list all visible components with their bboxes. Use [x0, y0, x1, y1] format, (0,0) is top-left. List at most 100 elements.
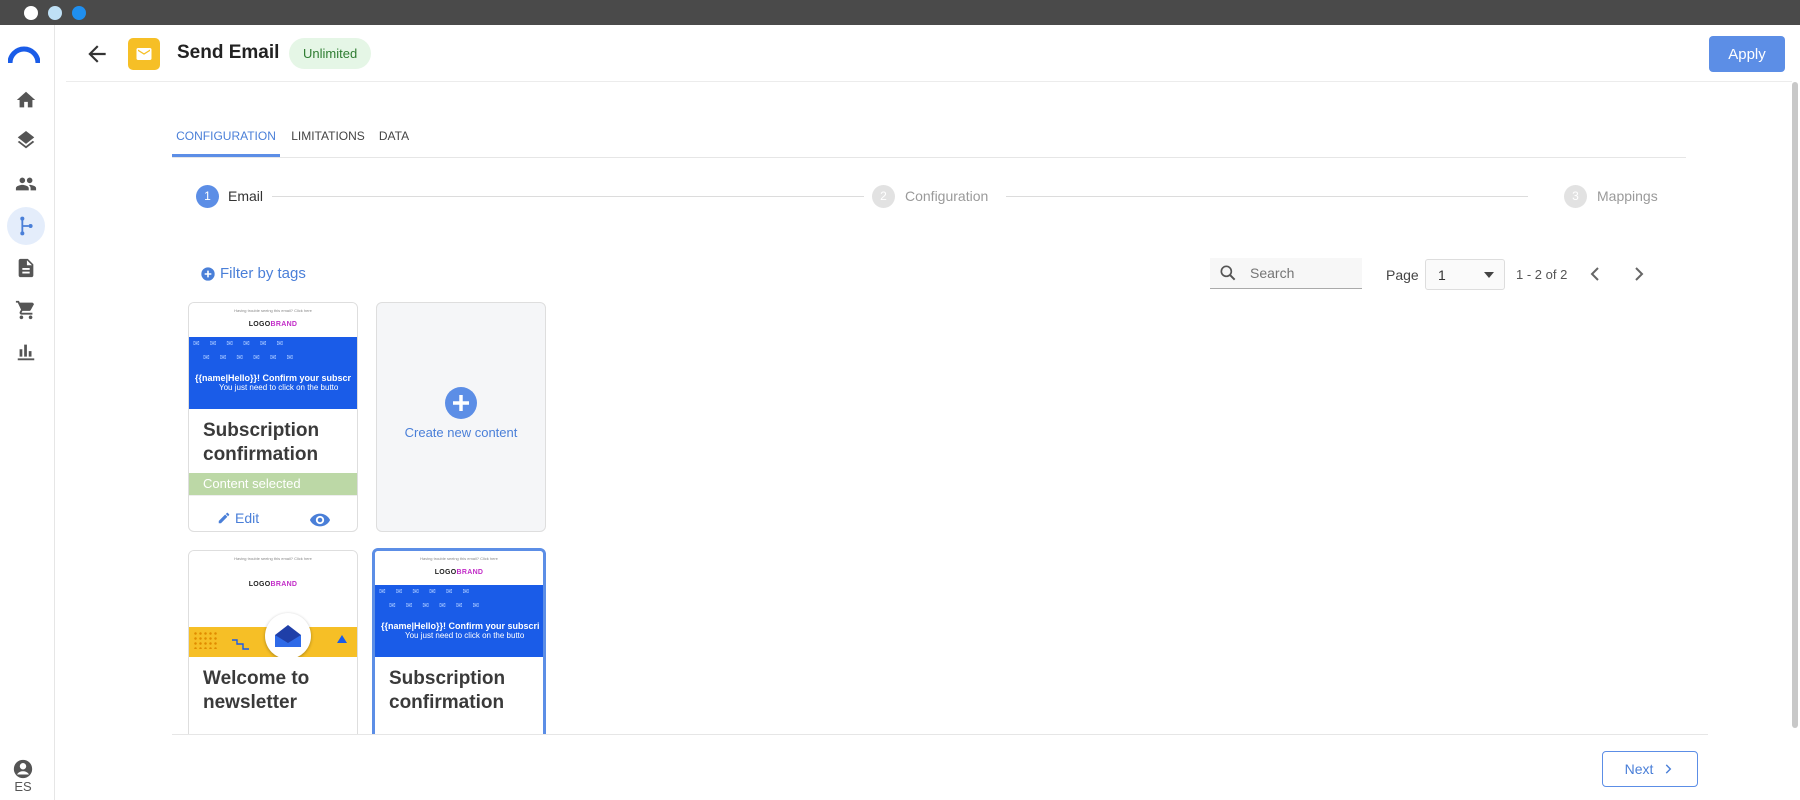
nav-documents[interactable] [7, 249, 45, 287]
preview-eye-icon[interactable] [309, 509, 331, 531]
dot-pattern [193, 631, 217, 649]
email-action-tile [128, 38, 160, 70]
step-3-number: 3 [1564, 185, 1587, 208]
footer-area [172, 735, 1708, 800]
filter-by-tags-link[interactable]: Filter by tags [200, 265, 306, 282]
nav-analytics[interactable] [7, 333, 45, 371]
window-titlebar [0, 0, 1800, 25]
tab-configuration[interactable]: CONFIGURATION [172, 118, 280, 158]
language-indicator[interactable]: ES [8, 779, 38, 794]
window-close-dot[interactable] [24, 6, 38, 20]
page-header: Send Email Unlimited Apply [66, 25, 1792, 82]
card-title: Welcome to newsletter [203, 668, 310, 713]
tab-data[interactable]: DATA [372, 118, 416, 158]
thumbnail-headline: {{name|Hello}}! Confirm your subscr [195, 373, 352, 383]
previous-page-button[interactable] [1583, 262, 1607, 286]
envelope-pattern: ✉✉✉✉✉✉ [193, 339, 294, 348]
content-card[interactable]: Having trouble seeing this email? Click … [372, 548, 546, 742]
pencil-icon [218, 512, 230, 524]
content-card[interactable]: Having trouble seeing this email? Click … [188, 550, 358, 740]
page-range: 1 - 2 of 2 [1516, 267, 1568, 282]
content-selected-status: Content selected [189, 473, 357, 495]
step-2-number: 2 [872, 185, 895, 208]
left-nav-rail: ES [0, 25, 55, 800]
user-account-icon [13, 759, 33, 779]
content-card[interactable]: Having trouble seeing this email? Click … [188, 302, 358, 532]
chevron-right-icon [1635, 267, 1644, 281]
edit-button[interactable]: Edit [217, 510, 259, 526]
edit-label: Edit [235, 510, 260, 526]
document-icon [18, 258, 34, 278]
page-title: Send Email [177, 42, 280, 63]
chevron-right-icon [1666, 764, 1672, 774]
apply-button[interactable]: Apply [1709, 36, 1785, 72]
footer-divider [172, 734, 1708, 735]
stepper: 1 Email 2 Configuration 3 Mappings [172, 182, 1686, 208]
workflow-branch-icon [20, 216, 33, 236]
people-icon [15, 177, 37, 191]
tab-limitations[interactable]: LIMITATIONS [290, 118, 366, 158]
envelope-badge [265, 613, 311, 657]
envelope-pattern: ✉✉✉✉✉✉ [379, 587, 480, 596]
search-icon [1220, 265, 1236, 281]
email-thumbnail: Having trouble seeing this email? Click … [189, 551, 357, 657]
step-2-label: Configuration [905, 188, 989, 204]
search-input[interactable] [1250, 262, 1358, 284]
chevron-left-icon [1590, 267, 1599, 281]
caret-down-icon [1484, 272, 1494, 278]
app-logo-icon [8, 46, 40, 64]
window-maximize-dot[interactable] [72, 6, 86, 20]
filter-by-tags-label: Filter by tags [220, 265, 306, 282]
step-1-number: 1 [196, 185, 219, 208]
cart-icon [15, 300, 35, 320]
thumbnail-subline: You just need to click on the butto [405, 631, 525, 640]
create-new-content-label: Create new content [404, 425, 518, 440]
card-title: Subscription confirmation [389, 668, 506, 713]
envelope-pattern: ✉✉✉✉✉✉ [389, 601, 490, 610]
status-badge: Unlimited [289, 38, 372, 69]
nav-workflows[interactable] [7, 207, 45, 245]
create-new-content-card[interactable]: Create new content [376, 302, 546, 532]
scrollbar[interactable] [1792, 82, 1798, 728]
layers-icon [17, 131, 35, 149]
thumbnail-preheader: Having trouble seeing this email? Click … [234, 308, 312, 313]
thumbnail-preheader: Having trouble seeing this email? Click … [234, 556, 312, 561]
search-field[interactable] [1210, 258, 1362, 289]
page-select[interactable]: 1 [1425, 259, 1505, 290]
email-thumbnail: Having trouble seeing this email? Click … [375, 551, 543, 657]
step-1-label: Email [228, 188, 264, 204]
mail-icon [136, 48, 152, 60]
page-select-value: 1 [1438, 267, 1446, 283]
thumbnail-banner: ✉✉✉✉✉✉ ✉✉✉✉✉✉ {{name|Hello}}! Confirm yo… [375, 585, 543, 657]
step-3-label: Mappings [1597, 188, 1658, 204]
card-title: Subscription confirmation [203, 420, 320, 465]
nav-contacts[interactable] [7, 165, 45, 203]
thumbnail-subline: You just need to click on the butto [219, 383, 339, 392]
back-arrow-icon[interactable] [84, 41, 110, 67]
thumbnail-logo: LOGOBRAND [248, 321, 298, 328]
thumbnail-logo: LOGOBRAND [248, 581, 298, 588]
step-connector [272, 196, 864, 197]
email-thumbnail: Having trouble seeing this email? Click … [189, 303, 357, 409]
next-page-button[interactable] [1627, 262, 1651, 286]
nav-layers[interactable] [7, 123, 45, 161]
open-envelope-icon [275, 625, 301, 647]
active-tab-indicator [172, 154, 280, 157]
card-actions: Edit [189, 495, 357, 531]
envelope-pattern: ✉✉✉✉✉✉ [203, 353, 304, 362]
bar-chart-icon [17, 344, 35, 361]
home-icon [16, 91, 36, 108]
step-connector [1006, 196, 1528, 197]
triangle-decoration [337, 635, 347, 643]
next-label: Next [1624, 761, 1654, 777]
thumbnail-logo: LOGOBRAND [434, 569, 484, 576]
zigzag-decoration [232, 639, 249, 650]
thumbnail-headline: {{name|Hello}}! Confirm your subscri [381, 621, 540, 631]
thumbnail-banner: ✉✉✉✉✉✉ ✉✉✉✉✉✉ {{name|Hello}}! Confirm yo… [189, 337, 357, 409]
next-button[interactable]: Next [1602, 751, 1698, 787]
nav-home[interactable] [7, 81, 45, 119]
plus-circle-icon [445, 387, 477, 419]
window-minimize-dot[interactable] [48, 6, 62, 20]
nav-commerce[interactable] [7, 291, 45, 329]
page-label: Page [1386, 267, 1419, 283]
